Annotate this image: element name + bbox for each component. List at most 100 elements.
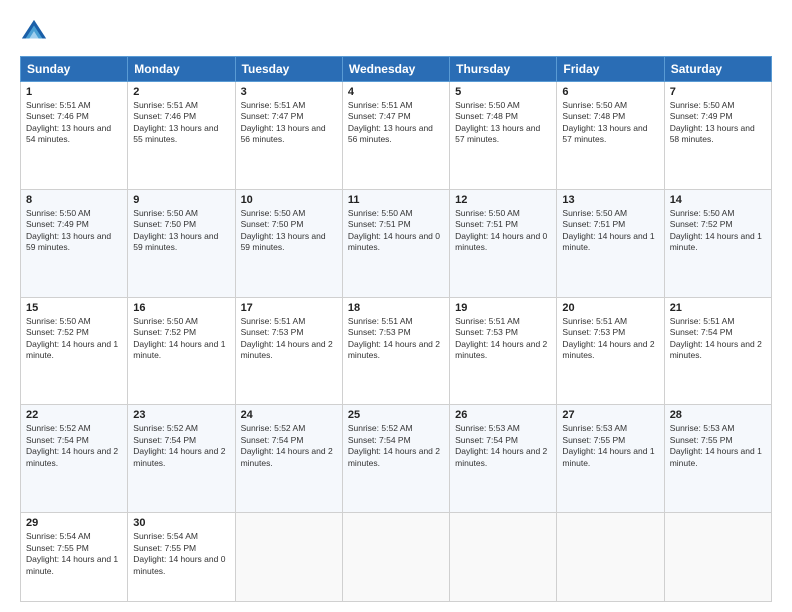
weekday-row: SundayMondayTuesdayWednesdayThursdayFrid…	[21, 57, 772, 82]
calendar-body: 1Sunrise: 5:51 AMSunset: 7:46 PMDaylight…	[21, 82, 772, 602]
day-number: 3	[241, 86, 337, 98]
day-number: 28	[670, 409, 766, 421]
day-number: 10	[241, 194, 337, 206]
header	[20, 18, 772, 46]
calendar-cell: 30 Sunrise: 5:54 AMSunset: 7:55 PMDayligh…	[128, 513, 235, 602]
day-number: 20	[562, 302, 658, 314]
day-detail: Sunrise: 5:52 AMSunset: 7:54 PMDaylight:…	[133, 423, 225, 467]
calendar-cell: 6 Sunrise: 5:50 AMSunset: 7:48 PMDaylight…	[557, 82, 664, 190]
weekday-header-thursday: Thursday	[450, 57, 557, 82]
day-detail: Sunrise: 5:54 AMSunset: 7:55 PMDaylight:…	[26, 531, 118, 575]
day-detail: Sunrise: 5:53 AMSunset: 7:55 PMDaylight:…	[562, 423, 654, 467]
day-detail: Sunrise: 5:50 AMSunset: 7:50 PMDaylight:…	[133, 208, 218, 252]
day-number: 11	[348, 194, 444, 206]
weekday-header-wednesday: Wednesday	[342, 57, 449, 82]
day-detail: Sunrise: 5:50 AMSunset: 7:51 PMDaylight:…	[562, 208, 654, 252]
calendar-cell: 10 Sunrise: 5:50 AMSunset: 7:50 PMDayligh…	[235, 189, 342, 297]
day-number: 25	[348, 409, 444, 421]
day-detail: Sunrise: 5:53 AMSunset: 7:55 PMDaylight:…	[670, 423, 762, 467]
calendar-cell: 2Sunrise: 5:51 AMSunset: 7:46 PMDaylight…	[128, 82, 235, 190]
day-number: 4	[348, 86, 444, 98]
day-detail: Sunrise: 5:52 AMSunset: 7:54 PMDaylight:…	[241, 423, 333, 467]
calendar-cell	[235, 513, 342, 602]
calendar-cell	[664, 513, 771, 602]
day-detail: Sunrise: 5:51 AMSunset: 7:53 PMDaylight:…	[455, 316, 547, 360]
day-detail: Sunrise: 5:50 AMSunset: 7:52 PMDaylight:…	[133, 316, 225, 360]
day-detail: Sunrise: 5:51 AMSunset: 7:53 PMDaylight:…	[348, 316, 440, 360]
day-detail: Sunrise: 5:51 AMSunset: 7:53 PMDaylight:…	[562, 316, 654, 360]
day-number: 18	[348, 302, 444, 314]
day-number: 6	[562, 86, 658, 98]
calendar-cell: 4 Sunrise: 5:51 AMSunset: 7:47 PMDaylight…	[342, 82, 449, 190]
day-detail: Sunrise: 5:54 AMSunset: 7:55 PMDaylight:…	[133, 531, 225, 575]
calendar-cell: 13 Sunrise: 5:50 AMSunset: 7:51 PMDayligh…	[557, 189, 664, 297]
calendar-cell: 3 Sunrise: 5:51 AMSunset: 7:47 PMDaylight…	[235, 82, 342, 190]
calendar-cell: 22 Sunrise: 5:52 AMSunset: 7:54 PMDayligh…	[21, 405, 128, 513]
calendar-cell: 19 Sunrise: 5:51 AMSunset: 7:53 PMDayligh…	[450, 297, 557, 405]
day-number: 16	[133, 302, 229, 314]
calendar-week-2: 8 Sunrise: 5:50 AMSunset: 7:49 PMDaylight…	[21, 189, 772, 297]
calendar-cell: 25 Sunrise: 5:52 AMSunset: 7:54 PMDayligh…	[342, 405, 449, 513]
day-number: 8	[26, 194, 122, 206]
calendar-cell: 1Sunrise: 5:51 AMSunset: 7:46 PMDaylight…	[21, 82, 128, 190]
calendar-cell: 27 Sunrise: 5:53 AMSunset: 7:55 PMDayligh…	[557, 405, 664, 513]
weekday-header-tuesday: Tuesday	[235, 57, 342, 82]
calendar-cell: 7 Sunrise: 5:50 AMSunset: 7:49 PMDaylight…	[664, 82, 771, 190]
calendar-cell: 18 Sunrise: 5:51 AMSunset: 7:53 PMDayligh…	[342, 297, 449, 405]
day-detail: Sunrise: 5:50 AMSunset: 7:48 PMDaylight:…	[562, 100, 647, 144]
calendar-cell: 26 Sunrise: 5:53 AMSunset: 7:54 PMDayligh…	[450, 405, 557, 513]
day-number: 7	[670, 86, 766, 98]
calendar-cell	[450, 513, 557, 602]
day-detail: Sunrise: 5:51 AMSunset: 7:53 PMDaylight:…	[241, 316, 333, 360]
day-number: 17	[241, 302, 337, 314]
calendar-table: SundayMondayTuesdayWednesdayThursdayFrid…	[20, 56, 772, 602]
weekday-header-saturday: Saturday	[664, 57, 771, 82]
day-number: 12	[455, 194, 551, 206]
calendar-cell: 9 Sunrise: 5:50 AMSunset: 7:50 PMDaylight…	[128, 189, 235, 297]
logo	[20, 18, 54, 46]
calendar-cell: 8 Sunrise: 5:50 AMSunset: 7:49 PMDaylight…	[21, 189, 128, 297]
calendar-week-4: 22 Sunrise: 5:52 AMSunset: 7:54 PMDayligh…	[21, 405, 772, 513]
day-number: 24	[241, 409, 337, 421]
day-detail: Sunrise: 5:50 AMSunset: 7:51 PMDaylight:…	[348, 208, 440, 252]
day-detail: Sunrise: 5:51 AMSunset: 7:46 PMDaylight:…	[26, 100, 111, 144]
calendar-week-1: 1Sunrise: 5:51 AMSunset: 7:46 PMDaylight…	[21, 82, 772, 190]
day-detail: Sunrise: 5:52 AMSunset: 7:54 PMDaylight:…	[26, 423, 118, 467]
calendar-cell: 23 Sunrise: 5:52 AMSunset: 7:54 PMDayligh…	[128, 405, 235, 513]
day-number: 22	[26, 409, 122, 421]
day-number: 14	[670, 194, 766, 206]
day-detail: Sunrise: 5:50 AMSunset: 7:52 PMDaylight:…	[670, 208, 762, 252]
day-number: 9	[133, 194, 229, 206]
calendar-cell: 20 Sunrise: 5:51 AMSunset: 7:53 PMDayligh…	[557, 297, 664, 405]
calendar-cell: 5Sunrise: 5:50 AMSunset: 7:48 PMDaylight…	[450, 82, 557, 190]
logo-icon	[20, 18, 48, 46]
day-detail: Sunrise: 5:53 AMSunset: 7:54 PMDaylight:…	[455, 423, 547, 467]
calendar-cell	[342, 513, 449, 602]
day-number: 30	[133, 517, 229, 529]
calendar-cell: 21Sunrise: 5:51 AMSunset: 7:54 PMDayligh…	[664, 297, 771, 405]
day-detail: Sunrise: 5:51 AMSunset: 7:47 PMDaylight:…	[348, 100, 433, 144]
day-detail: Sunrise: 5:51 AMSunset: 7:47 PMDaylight:…	[241, 100, 326, 144]
calendar-cell: 24 Sunrise: 5:52 AMSunset: 7:54 PMDayligh…	[235, 405, 342, 513]
day-number: 19	[455, 302, 551, 314]
day-number: 15	[26, 302, 122, 314]
weekday-header-monday: Monday	[128, 57, 235, 82]
day-number: 13	[562, 194, 658, 206]
day-number: 23	[133, 409, 229, 421]
day-detail: Sunrise: 5:50 AMSunset: 7:49 PMDaylight:…	[670, 100, 755, 144]
day-detail: Sunrise: 5:50 AMSunset: 7:49 PMDaylight:…	[26, 208, 111, 252]
calendar-cell: 16 Sunrise: 5:50 AMSunset: 7:52 PMDayligh…	[128, 297, 235, 405]
day-number: 29	[26, 517, 122, 529]
calendar-header: SundayMondayTuesdayWednesdayThursdayFrid…	[21, 57, 772, 82]
weekday-header-sunday: Sunday	[21, 57, 128, 82]
day-detail: Sunrise: 5:50 AMSunset: 7:52 PMDaylight:…	[26, 316, 118, 360]
day-detail: Sunrise: 5:50 AMSunset: 7:50 PMDaylight:…	[241, 208, 326, 252]
day-number: 26	[455, 409, 551, 421]
calendar-cell: 28 Sunrise: 5:53 AMSunset: 7:55 PMDayligh…	[664, 405, 771, 513]
day-number: 27	[562, 409, 658, 421]
day-number: 5	[455, 86, 551, 98]
day-detail: Sunrise: 5:52 AMSunset: 7:54 PMDaylight:…	[348, 423, 440, 467]
calendar-cell: 15 Sunrise: 5:50 AMSunset: 7:52 PMDayligh…	[21, 297, 128, 405]
calendar-page: SundayMondayTuesdayWednesdayThursdayFrid…	[0, 0, 792, 612]
day-number: 21	[670, 302, 766, 314]
